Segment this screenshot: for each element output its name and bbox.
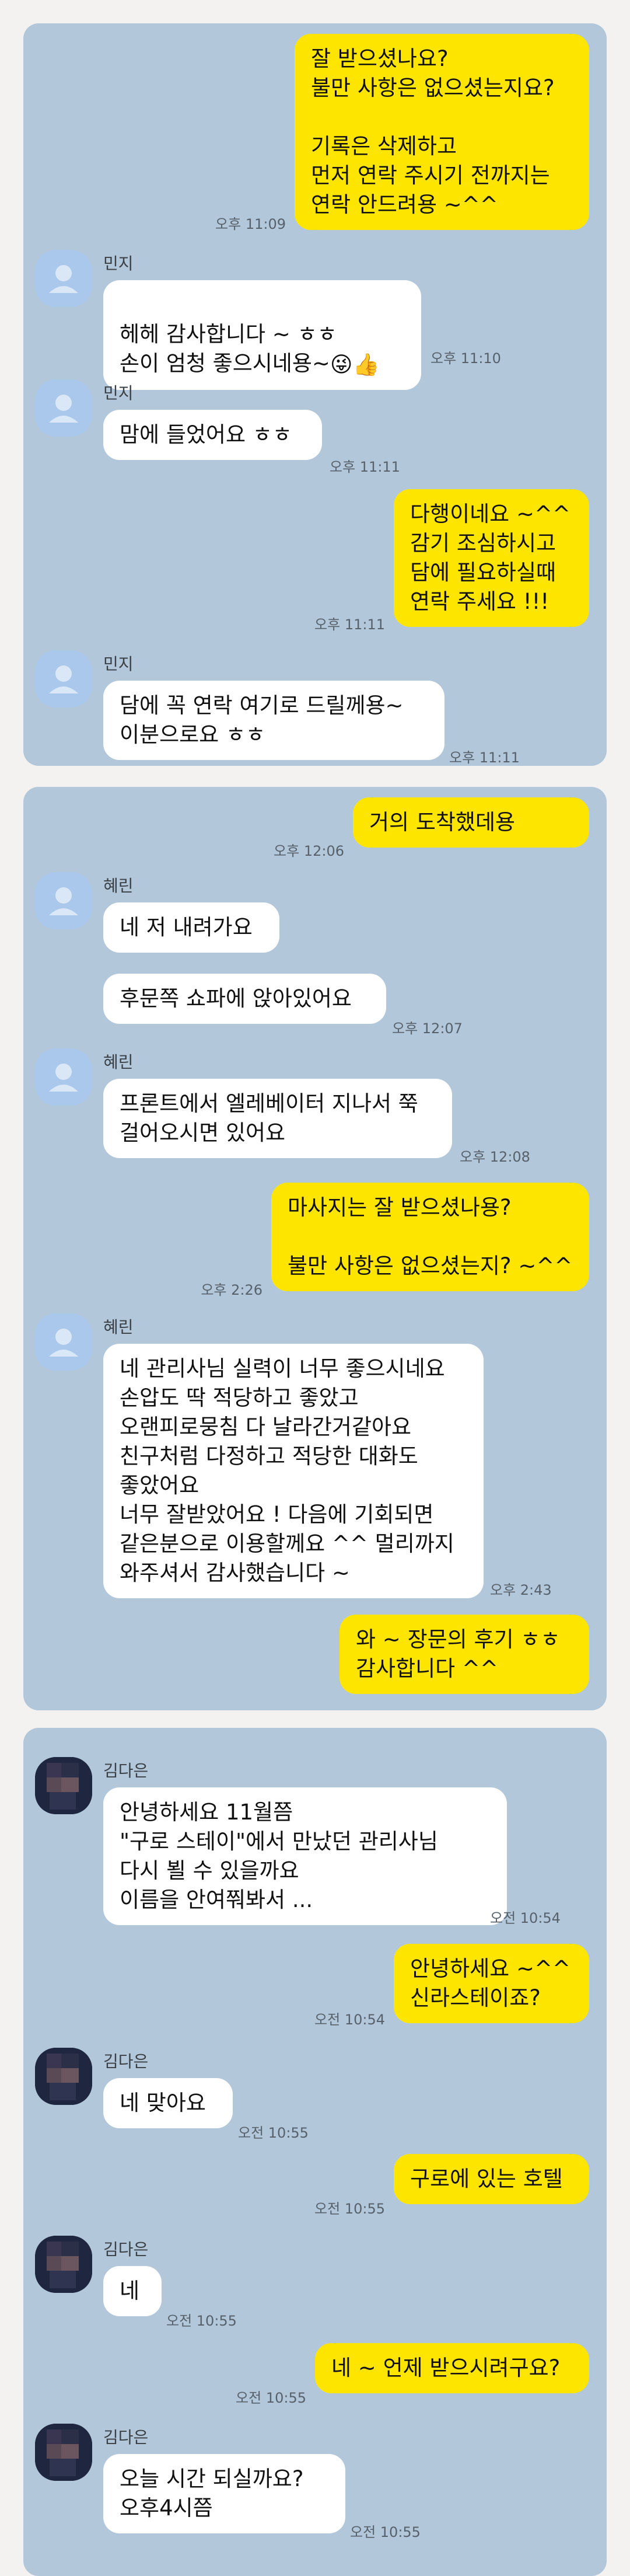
chat-panel-3: 김다은 안녕하세요 11월쯤 "구로 스테이"에서 만났던 관리사님 다시 뵐 … [23,1728,607,2576]
avatar-default[interactable] [35,1313,92,1371]
message-time: 오후 12:08 [460,1149,530,1165]
message-bubble-sent[interactable]: 마사지는 잘 받으셨나용? 불만 사항은 없으셨는지? ~^^ [271,1183,589,1291]
message-time: 오전 10:55 [236,2390,306,2406]
message-bubble-received[interactable]: 오늘 시간 되실까요? 오후4시쯤 [103,2454,345,2533]
pixelated-photo-icon [35,1757,92,1814]
chat-panel-2: 거의 도착했데용 오후 12:06 혜린 네 저 내려가요 후문쪽 쇼파에 앉아… [23,787,607,1710]
message-bubble-received[interactable]: 네 [103,2266,162,2316]
message-bubble-sent[interactable]: 네 ~ 언제 받으시려구요? [315,2343,589,2393]
sender-name: 김다은 [103,2052,149,2071]
sender-name: 혜린 [103,876,134,895]
message-time: 오후 2:26 [201,1282,262,1298]
sender-name: 민지 [103,654,134,674]
message-bubble-sent[interactable]: 거의 도착했데용 [353,797,589,848]
message-time: 오후 12:07 [392,1020,463,1037]
message-bubble-received[interactable]: 네 관리사님 실력이 너무 좋으시네요 손압도 딱 적당하고 좋았고 오랜피로뭉… [103,1344,484,1598]
message-time: 오후 11:11 [449,750,520,766]
emoji-wink-thumbsup-icon: 😜👍 [330,351,380,377]
avatar-photo[interactable] [35,2048,92,2105]
person-icon [49,887,78,915]
message-time: 오후 12:06 [274,843,344,859]
pixelated-photo-icon [35,2424,92,2481]
avatar-photo[interactable] [35,2236,92,2293]
message-bubble-received[interactable]: 후문쪽 쇼파에 앉아있어요 [103,974,386,1024]
message-bubble-sent[interactable]: 와 ~ 장문의 후기 ㅎㅎ 감사합니다 ^^ [340,1615,589,1694]
message-bubble-received[interactable]: 담에 꼭 연락 여기로 드릴께용~ 이분으로요 ㅎㅎ [103,681,444,760]
avatar-default[interactable] [35,1048,92,1106]
sender-name: 민지 [103,384,134,403]
pixelated-photo-icon [35,2236,92,2293]
message-time: 오전 10:55 [350,2524,421,2540]
message-bubble-received[interactable]: 프론트에서 엘레베이터 지나서 쭉 걸어오시면 있어요 [103,1079,452,1158]
avatar-default[interactable] [35,250,92,307]
avatar-default[interactable] [35,379,92,437]
sender-name: 김다은 [103,2428,149,2447]
pixelated-photo-icon [35,2048,92,2105]
person-icon [49,1329,78,1357]
sender-name: 혜린 [103,1052,134,1072]
chat-panel-1: 잘 받으셨나요? 불만 사항은 없으셨는지요? 기록은 삭제하고 먼저 연락 주… [23,23,607,766]
message-time: 오전 10:54 [314,2012,385,2028]
message-time: 오후 2:43 [490,1582,552,1598]
sender-name: 혜린 [103,1317,134,1337]
message-time: 오전 10:55 [166,2313,237,2329]
message-time: 오전 10:55 [314,2201,385,2217]
sender-name: 민지 [103,254,134,273]
message-bubble-sent[interactable]: 안녕하세요 ~^^ 신라스테이죠? [394,1944,589,2023]
person-icon [49,1064,78,1092]
message-time: 오전 10:55 [238,2125,309,2141]
message-bubble-received[interactable]: 네 저 내려가요 [103,902,279,953]
person-icon [49,265,78,293]
message-text: 헤헤 감사합니다 ~ ㅎㅎ 손이 엄청 좋으시네용~ [120,322,337,376]
message-bubble-received[interactable]: 네 맞아요 [103,2078,233,2128]
sender-name: 김다은 [103,1761,149,1780]
message-time: 오후 11:09 [215,216,286,232]
message-bubble-received[interactable]: 맘에 들었어요 ㅎㅎ [103,410,322,460]
person-icon [49,395,78,423]
message-time: 오전 10:54 [490,1910,561,1926]
message-bubble-sent[interactable]: 다행이네요 ~^^ 감기 조심하시고 담에 필요하실때 연락 주세요 !!! [394,489,589,627]
avatar-photo[interactable] [35,2424,92,2481]
message-bubble-sent[interactable]: 구로에 있는 호텔 [394,2154,589,2204]
message-time: 오후 11:11 [314,616,385,633]
avatar-photo[interactable] [35,1757,92,1814]
person-icon [49,665,78,693]
message-time: 오후 11:11 [330,459,400,475]
message-bubble-received[interactable]: 헤헤 감사합니다 ~ ㅎㅎ 손이 엄청 좋으시네용~😜👍 [103,280,421,390]
message-time: 오후 11:10 [430,350,501,367]
message-bubble-sent[interactable]: 잘 받으셨나요? 불만 사항은 없으셨는지요? 기록은 삭제하고 먼저 연락 주… [295,34,589,230]
avatar-default[interactable] [35,650,92,707]
sender-name: 김다은 [103,2240,149,2259]
avatar-default[interactable] [35,872,92,929]
message-bubble-received[interactable]: 안녕하세요 11월쯤 "구로 스테이"에서 만났던 관리사님 다시 뵐 수 있을… [103,1787,507,1925]
